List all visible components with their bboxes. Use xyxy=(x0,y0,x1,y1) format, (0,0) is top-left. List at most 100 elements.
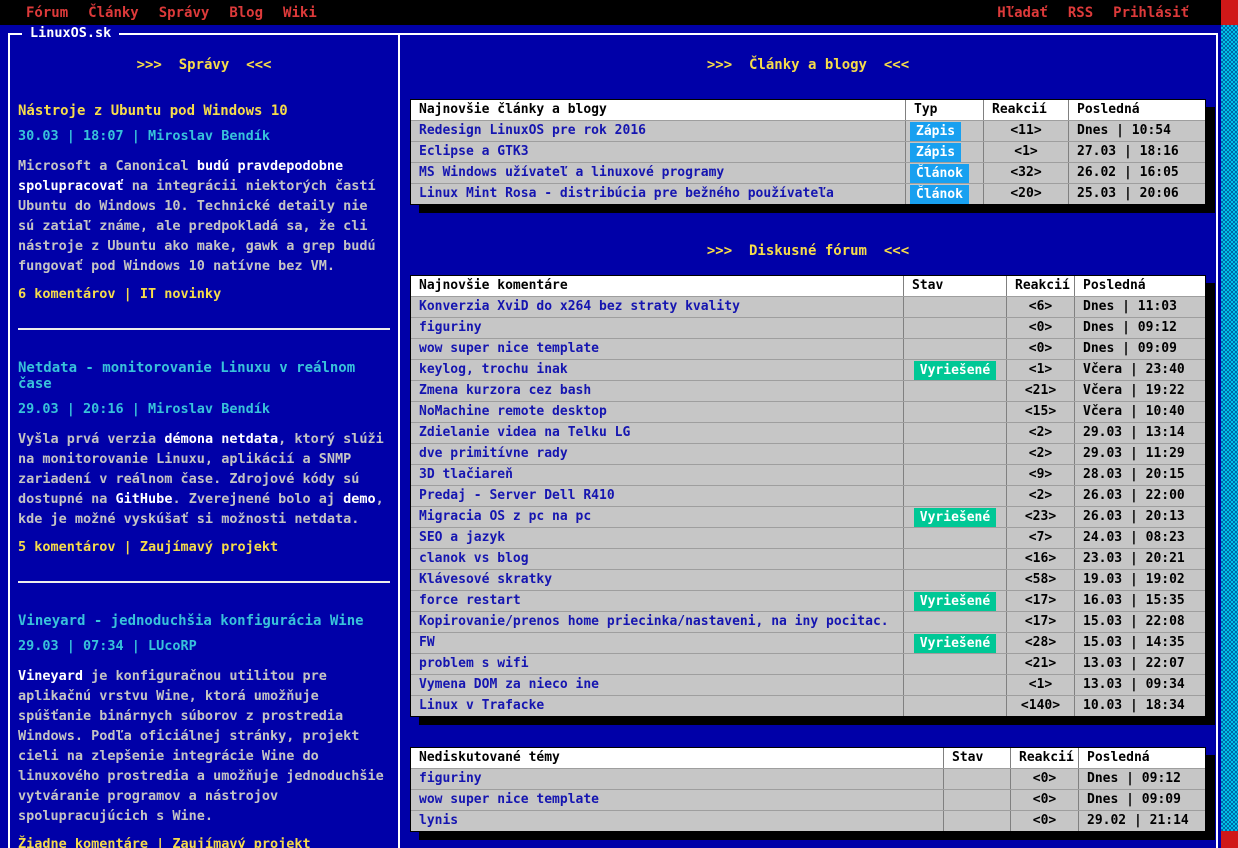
body-highlight: Vineyard xyxy=(18,668,84,684)
content-column: >>> Články a blogy <<< Najnovšie články … xyxy=(400,35,1216,848)
scroll-up-button[interactable] xyxy=(1221,0,1238,25)
topic-link[interactable]: Linux v Trafacke xyxy=(411,696,903,716)
news-article-comments-link[interactable]: 5 komentárov | Zaujímavý projekt xyxy=(18,539,390,555)
topic-link[interactable]: Klávesové skratky xyxy=(411,570,903,590)
last-activity: 26.03 | 20:13 xyxy=(1074,507,1205,527)
body-highlight: démona netdata xyxy=(164,431,279,447)
column-header: Posledná xyxy=(1074,276,1205,296)
topic-link[interactable]: SEO a jazyk xyxy=(411,528,903,548)
status-cell xyxy=(903,444,1006,464)
main-menu: Fórum Články Správy Blog Wiki xyxy=(16,5,327,21)
articles-section-header: >>> Články a blogy <<< xyxy=(706,57,910,73)
body-highlight: GitHube xyxy=(115,491,173,507)
topic-link[interactable]: dve primitívne rady xyxy=(411,444,903,464)
news-article-title[interactable]: Nástroje z Ubuntu pod Windows 10 xyxy=(18,103,390,119)
last-activity: 19.03 | 19:02 xyxy=(1074,570,1205,590)
table-row: Linux v Trafacke <140> 10.03 | 18:34 xyxy=(411,695,1205,716)
topic-link[interactable]: NoMachine remote desktop xyxy=(411,402,903,422)
column-header: Reakcií xyxy=(1010,748,1078,768)
last-activity: Dnes | 09:09 xyxy=(1074,339,1205,359)
scrollbar[interactable] xyxy=(1221,0,1238,848)
menu-item[interactable]: Blog xyxy=(219,5,273,21)
status-cell xyxy=(903,654,1006,674)
topic-link[interactable]: Redesign LinuxOS pre rok 2016 xyxy=(411,121,905,141)
status-badge: Vyriešené xyxy=(913,633,997,653)
last-activity: Dnes | 09:12 xyxy=(1074,318,1205,338)
topic-link[interactable]: lynis xyxy=(411,811,943,831)
topic-link[interactable]: force restart xyxy=(411,591,903,611)
menu-item[interactable]: Wiki xyxy=(273,5,327,21)
status-badge: Zápis xyxy=(910,121,962,141)
reactions-count: <2> xyxy=(1006,423,1074,443)
reactions-count: <0> xyxy=(1006,339,1074,359)
status-cell: Vyriešené xyxy=(903,633,1006,653)
topic-link[interactable]: Vymena DOM za nieco ine xyxy=(411,675,903,695)
reactions-count: <1> xyxy=(1006,675,1074,695)
articles-table: Najnovšie články a blogy Typ Reakcií Posled… xyxy=(410,99,1206,205)
topic-link[interactable]: Predaj - Server Dell R410 xyxy=(411,486,903,506)
topic-link[interactable]: 3D tlačiareň xyxy=(411,465,903,485)
topic-link[interactable]: Konverzia XviD do x264 bez straty kvalit… xyxy=(411,297,903,317)
scroll-down-button[interactable] xyxy=(1221,831,1238,848)
separator xyxy=(18,581,390,583)
last-activity: 29.03 | 13:14 xyxy=(1074,423,1205,443)
status-cell xyxy=(903,318,1006,338)
body-text: Vyšla prvá verzia xyxy=(18,431,165,447)
table-row: Zmena kurzora cez bash <21> Včera | 19:22 xyxy=(411,380,1205,401)
reactions-count: <32> xyxy=(983,163,1068,183)
body-highlight: demo xyxy=(343,491,376,507)
table-row: Kopirovanie/prenos home priecinka/nastav… xyxy=(411,611,1205,632)
reactions-count: <17> xyxy=(1006,591,1074,611)
reactions-count: <28> xyxy=(1006,633,1074,653)
topic-link[interactable]: Eclipse a GTK3 xyxy=(411,142,905,162)
menu-item[interactable]: RSS xyxy=(1058,5,1103,21)
undiscussed-table: Nediskutované témy Stav Reakcií Posledná fig… xyxy=(410,747,1206,832)
status-badge: Článok xyxy=(910,184,969,204)
topic-link[interactable]: wow super nice template xyxy=(411,339,903,359)
news-article-title[interactable]: Vineyard - jednoduchšia konfigurácia Win… xyxy=(18,613,390,629)
topic-link[interactable]: problem s wifi xyxy=(411,654,903,674)
topic-link[interactable]: Migracia OS z pc na pc xyxy=(411,507,903,527)
status-cell xyxy=(903,612,1006,632)
topic-link[interactable]: figuriny xyxy=(411,318,903,338)
topic-link[interactable]: wow super nice template xyxy=(411,790,943,810)
news-article-title[interactable]: Netdata - monitorovanie Linuxu v reálnom… xyxy=(18,360,390,392)
news-article-comments-link[interactable]: Žiadne komentáre | Zaujímavý projekt xyxy=(18,836,390,848)
topic-link[interactable]: Zmena kurzora cez bash xyxy=(411,381,903,401)
topic-link[interactable]: Linux Mint Rosa - distribúcia pre bežnéh… xyxy=(411,184,905,204)
news-article: Netdata - monitorovanie Linuxu v reálnom… xyxy=(18,360,390,583)
menu-item[interactable]: Fórum xyxy=(16,5,78,21)
topic-link[interactable]: clanok vs blog xyxy=(411,549,903,569)
reactions-count: <7> xyxy=(1006,528,1074,548)
table-row: MS Windows užívateľ a linuxové programy Č… xyxy=(411,162,1205,183)
topic-link[interactable]: MS Windows užívateľ a linuxové programy xyxy=(411,163,905,183)
main-frame: LinuxOS.sk >>> Správy <<< Nástroje z Ubu… xyxy=(8,25,1218,848)
topic-link[interactable]: Kopirovanie/prenos home priecinka/nastav… xyxy=(411,612,903,632)
reactions-count: <23> xyxy=(1006,507,1074,527)
status-cell xyxy=(903,549,1006,569)
scrollbar-track[interactable] xyxy=(1221,25,1238,831)
table-row: Zdielanie videa na Telku LG <2> 29.03 | 13… xyxy=(411,422,1205,443)
status-cell: Zápis xyxy=(905,121,983,141)
reactions-count: <0> xyxy=(1010,811,1078,831)
last-activity: 10.03 | 18:34 xyxy=(1074,696,1205,716)
menu-item[interactable]: Články xyxy=(78,5,149,21)
topic-link[interactable]: Zdielanie videa na Telku LG xyxy=(411,423,903,443)
topic-link[interactable]: keylog, trochu inak xyxy=(411,360,903,380)
status-cell: Vyriešené xyxy=(903,507,1006,527)
status-cell xyxy=(903,423,1006,443)
news-article-body: Microsoft a Canonical budú pravdepodobne… xyxy=(18,156,390,276)
reactions-count: <20> xyxy=(983,184,1068,204)
topic-link[interactable]: figuriny xyxy=(411,769,943,789)
topic-link[interactable]: FW xyxy=(411,633,903,653)
column-header: Typ xyxy=(905,100,983,120)
news-article-comments-link[interactable]: 6 komentárov | IT novinky xyxy=(18,286,390,302)
menu-item[interactable]: Správy xyxy=(149,5,220,21)
last-activity: Dnes | 09:12 xyxy=(1078,769,1205,789)
menu-item[interactable]: Prihlásiť xyxy=(1103,5,1199,21)
menu-item[interactable]: Hľadať xyxy=(987,5,1058,21)
table-row: Migracia OS z pc na pc Vyriešené <23> 26.03… xyxy=(411,506,1205,527)
table-header-row: Nediskutované témy Stav Reakcií Posledná xyxy=(411,748,1205,768)
separator xyxy=(18,328,390,330)
table-header-row: Najnovšie komentáre Stav Reakcií Posledná xyxy=(411,276,1205,296)
